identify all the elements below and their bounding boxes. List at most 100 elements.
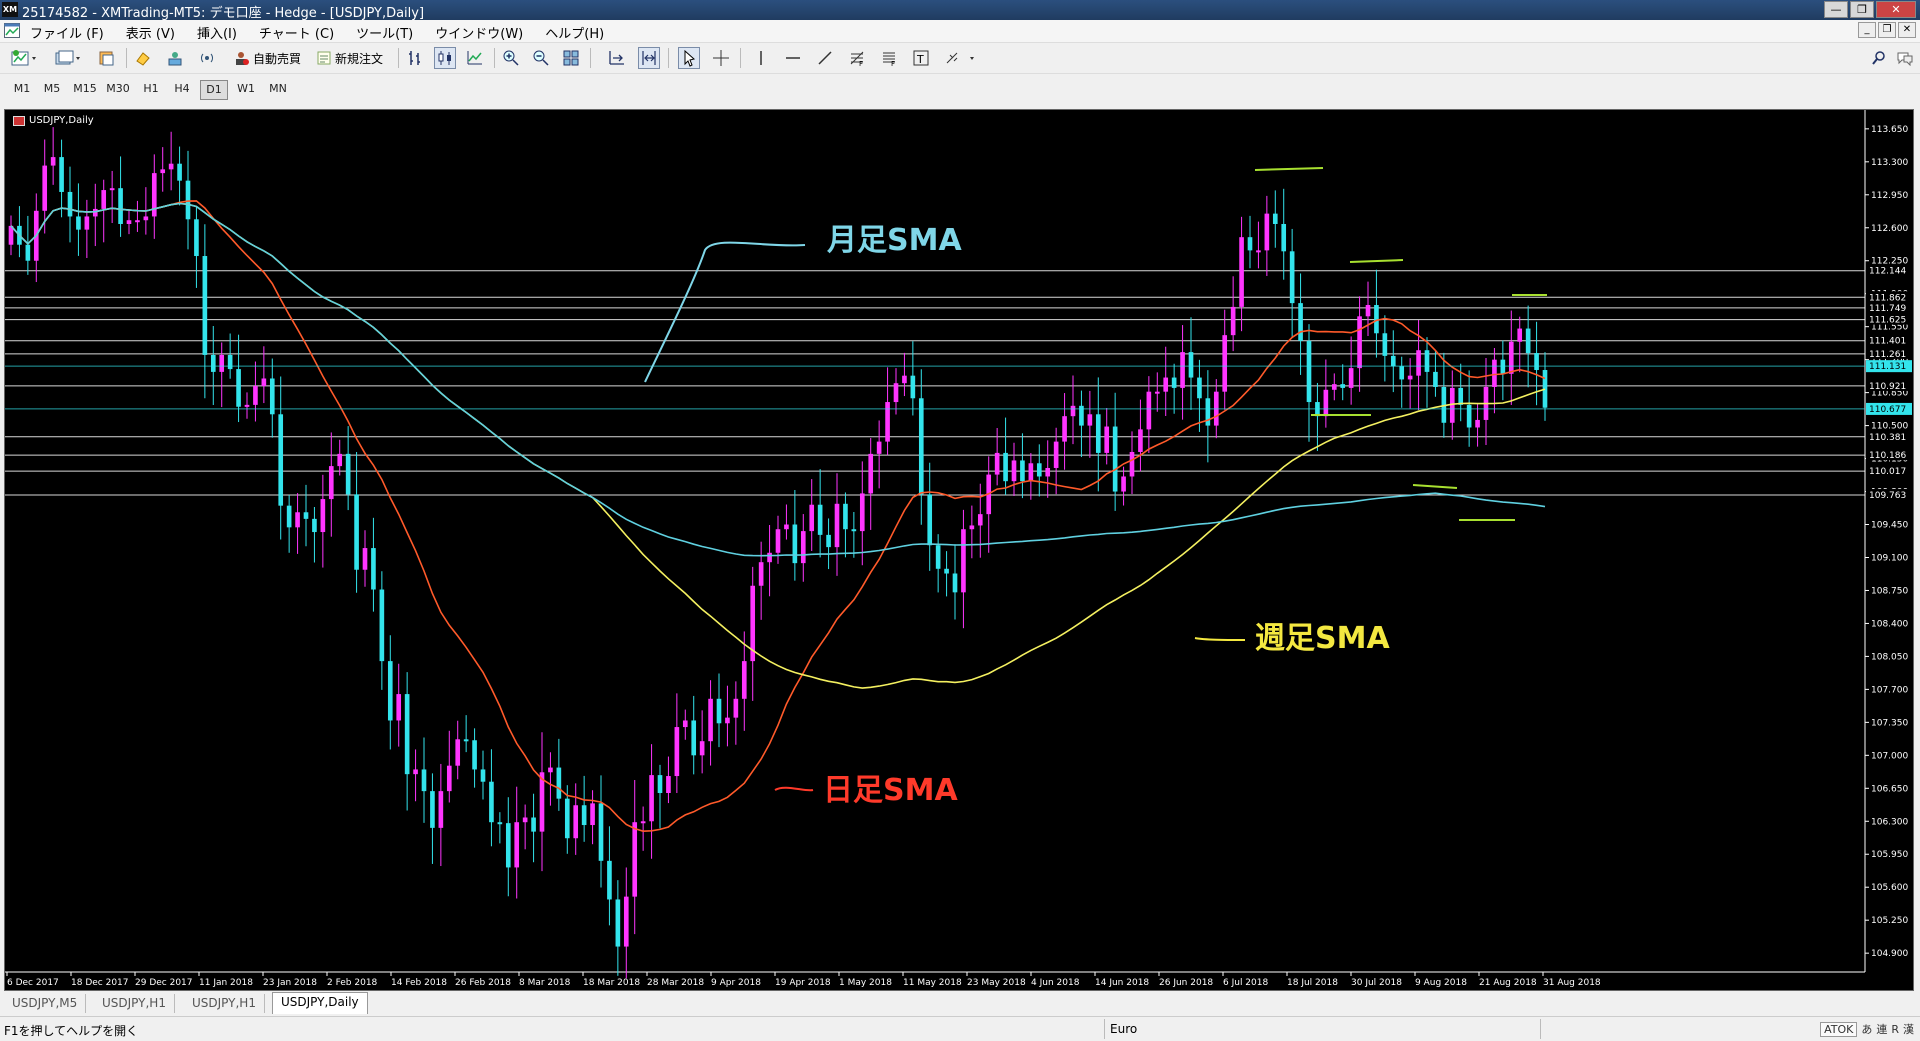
candle-body xyxy=(76,216,81,230)
menu-help[interactable]: ヘルプ(H) xyxy=(545,23,604,42)
candle-body xyxy=(851,529,857,532)
chart-window-icon[interactable] xyxy=(4,23,20,38)
candle-body xyxy=(514,822,520,868)
x-tick-label: 11 May 2018 xyxy=(903,978,962,988)
tile-windows-icon[interactable] xyxy=(560,47,582,69)
candle-body xyxy=(185,180,191,220)
x-tick-label: 1 May 2018 xyxy=(839,978,892,988)
search-icon[interactable] xyxy=(1868,47,1890,69)
vertical-line-icon[interactable] xyxy=(750,47,772,69)
fibonacci-icon[interactable]: F xyxy=(846,47,868,69)
tab-usdjpy-m5[interactable]: USDJPY,M5 xyxy=(4,994,87,1013)
auto-trading-button[interactable]: 自動売買 xyxy=(230,47,305,69)
auto-scroll-icon[interactable] xyxy=(606,47,628,69)
tab-usdjpy-daily[interactable]: USDJPY,Daily xyxy=(272,992,368,1014)
crosshair-icon[interactable] xyxy=(710,47,732,69)
timeframe-m5[interactable]: M5 xyxy=(38,80,66,100)
candle-body xyxy=(286,505,292,528)
timeframe-h1[interactable]: H1 xyxy=(137,80,165,100)
ime-mode[interactable]: あ xyxy=(1861,1021,1872,1037)
candle-body xyxy=(236,369,241,407)
shapes-menu-icon[interactable] xyxy=(942,47,982,69)
y-tick-label: 107.350 xyxy=(1871,718,1908,728)
candle-body xyxy=(371,548,376,590)
price-chart[interactable]: 113.650113.300112.950112.600112.250111.9… xyxy=(5,110,1913,990)
candle-body xyxy=(607,860,612,900)
candle-body xyxy=(1129,451,1135,477)
timeframe-w1[interactable]: W1 xyxy=(232,80,260,100)
timeframe-m1[interactable]: M1 xyxy=(8,80,36,100)
menu-tools[interactable]: ツール(T) xyxy=(356,23,413,42)
candle-body xyxy=(1458,387,1464,405)
candle-body xyxy=(632,822,638,897)
new-order-icon xyxy=(317,51,331,65)
timeframe-m30[interactable]: M30 xyxy=(104,80,132,100)
zoom-in-icon[interactable] xyxy=(500,47,522,69)
mdi-close-icon[interactable]: ✕ xyxy=(1898,22,1916,38)
ime-atok[interactable]: ATOK xyxy=(1820,1021,1858,1037)
timeframe-mn[interactable]: MN xyxy=(264,80,292,100)
mdi-restore-icon[interactable]: ❐ xyxy=(1878,22,1896,38)
ime-conv[interactable]: 連 xyxy=(1876,1021,1887,1037)
candle-body xyxy=(463,739,469,742)
candle-body xyxy=(1053,441,1059,468)
candle-body xyxy=(573,805,579,839)
minimize-icon[interactable]: — xyxy=(1824,1,1848,18)
svg-text:F: F xyxy=(859,60,863,67)
text-label-icon[interactable]: T xyxy=(910,47,932,69)
new-chart-icon[interactable] xyxy=(8,47,42,69)
trendline-icon[interactable] xyxy=(814,47,836,69)
candle-body xyxy=(1517,328,1523,342)
profiles-icon[interactable] xyxy=(52,47,86,69)
candle-body xyxy=(1154,391,1160,394)
zoom-out-icon[interactable] xyxy=(530,47,552,69)
menu-window[interactable]: ウインドウ(W) xyxy=(435,23,523,42)
market-watch-icon[interactable] xyxy=(132,47,154,69)
tab-usdjpy-h1-2[interactable]: USDJPY,H1 xyxy=(184,994,265,1013)
ime-romaji[interactable]: R xyxy=(1891,1023,1899,1036)
candle-body xyxy=(1525,328,1531,354)
candle-body xyxy=(295,512,300,528)
candle-body xyxy=(800,531,806,564)
chart-window[interactable]: 113.650113.300112.950112.600112.250111.9… xyxy=(4,109,1914,991)
candle-body xyxy=(944,568,949,574)
x-tick-label: 21 Aug 2018 xyxy=(1479,978,1537,988)
chat-icon[interactable] xyxy=(1894,47,1916,69)
timeframe-d1[interactable]: D1 xyxy=(200,80,228,100)
templates-icon[interactable] xyxy=(96,47,118,69)
menu-file[interactable]: ファイル (F) xyxy=(30,23,104,42)
ime-kanji[interactable]: 漢 xyxy=(1903,1021,1914,1037)
bar-chart-icon[interactable] xyxy=(404,47,426,69)
candle-body xyxy=(1289,251,1295,304)
candle-body xyxy=(792,524,798,564)
candle-body xyxy=(135,220,140,223)
candle-body xyxy=(674,727,680,777)
candle-body xyxy=(1062,416,1067,442)
x-tick-label: 8 Mar 2018 xyxy=(519,978,571,988)
candlesticks-icon[interactable] xyxy=(434,47,456,69)
candle-body xyxy=(1348,368,1354,388)
candle-body xyxy=(522,817,528,823)
new-order-button[interactable]: 新規注文 xyxy=(312,47,387,69)
tab-usdjpy-h1[interactable]: USDJPY,H1 xyxy=(94,994,175,1013)
menu-insert[interactable]: 挿入(I) xyxy=(197,23,237,42)
candle-body xyxy=(25,244,31,261)
timeframe-h4[interactable]: H4 xyxy=(168,80,196,100)
signals-icon[interactable] xyxy=(196,47,218,69)
ime-toolbar[interactable]: ATOK あ 連 R 漢 xyxy=(1820,1019,1914,1039)
chart-shift-icon[interactable] xyxy=(638,47,660,69)
candle-body xyxy=(1087,414,1093,426)
close-icon[interactable]: ✕ xyxy=(1876,1,1916,18)
timeframe-m15[interactable]: M15 xyxy=(71,80,99,100)
level-label: 109.763 xyxy=(1869,491,1906,501)
candle-body xyxy=(1433,371,1438,387)
cursor-icon[interactable] xyxy=(678,47,700,69)
menu-chart[interactable]: チャート (C) xyxy=(259,23,334,42)
menu-view[interactable]: 表示 (V) xyxy=(126,23,175,42)
restore-icon[interactable]: ❐ xyxy=(1850,1,1874,18)
horizontal-line-icon[interactable] xyxy=(782,47,804,69)
navigator-icon[interactable] xyxy=(164,47,186,69)
mdi-minimize-icon[interactable]: _ xyxy=(1858,22,1876,38)
fibonacci-channel-icon[interactable]: F xyxy=(878,47,900,69)
line-chart-icon[interactable] xyxy=(464,47,486,69)
